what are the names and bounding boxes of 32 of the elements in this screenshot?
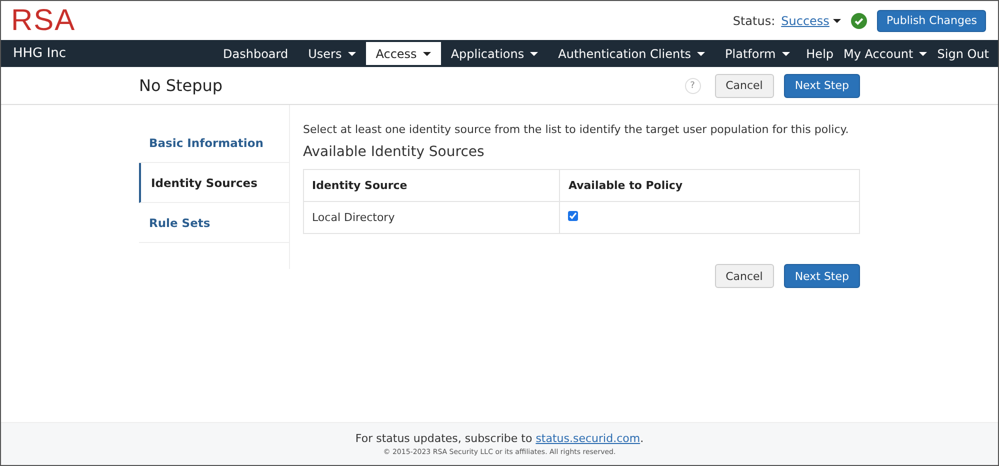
help-icon[interactable]: ?	[684, 78, 701, 94]
nav-item[interactable]: Dashboard	[213, 40, 298, 67]
column-header: Available to Policy	[560, 170, 860, 202]
nav-item[interactable]: Sign Out	[932, 40, 994, 67]
step-tab[interactable]: Rule Sets	[139, 203, 289, 243]
column-header: Identity Source	[304, 170, 560, 202]
checkbox[interactable]	[568, 211, 578, 221]
table-cell: Local Directory	[304, 202, 560, 234]
brand-name[interactable]: HHG Inc	[1, 46, 213, 61]
nav-item[interactable]: Users	[298, 40, 366, 67]
step-tab[interactable]: Identity Sources	[139, 163, 289, 203]
step-tab[interactable]: Basic Information	[139, 123, 289, 163]
status-updates-text: For status updates, subscribe to status.securid.com.	[355, 432, 644, 445]
next-step-button[interactable]: Next Step	[784, 264, 860, 288]
nav-item[interactable]: Platform	[715, 40, 800, 67]
status-link[interactable]: Success	[781, 14, 830, 28]
instructions: Select at least one identity source from the list to identify the target user population for this policy.	[303, 123, 850, 136]
caret-icon[interactable]	[833, 18, 842, 22]
cancel-button[interactable]: Cancel	[714, 264, 774, 288]
logo: RSA	[11, 6, 76, 36]
page-title: No Stepup	[139, 76, 223, 95]
cancel-button[interactable]: Cancel	[714, 74, 774, 98]
nav-item[interactable]: Access	[366, 42, 441, 65]
nav-item[interactable]: My Account	[838, 40, 932, 67]
nav-item[interactable]: Authentication Clients	[548, 40, 716, 67]
section-title: Available Identity Sources	[303, 144, 486, 160]
nav-item[interactable]: Help	[801, 40, 839, 67]
publish-changes-button[interactable]: Publish Changes	[877, 10, 986, 32]
next-step-button[interactable]: Next Step	[784, 74, 860, 98]
nav-item[interactable]: Applications	[440, 40, 548, 67]
status-site-link[interactable]: status.securid.com	[536, 432, 640, 445]
status-label: Status:	[732, 14, 776, 28]
